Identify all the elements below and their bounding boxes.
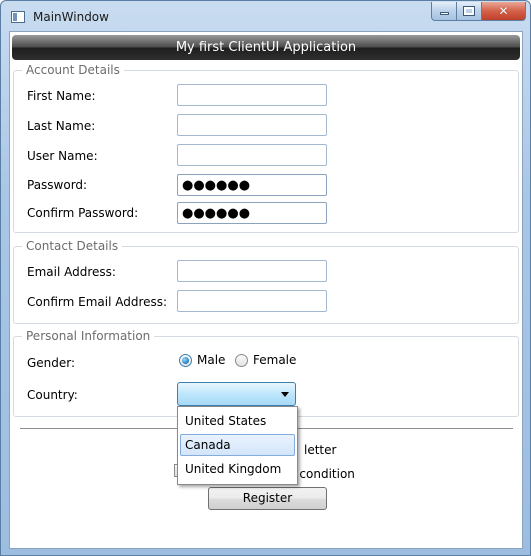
email-label: Email Address:	[27, 265, 116, 279]
password-mask: ●●●●●●	[182, 177, 251, 193]
gender-radio-male[interactable]: Male	[179, 353, 225, 367]
gender-label: Gender:	[27, 356, 76, 370]
confirm-password-mask: ●●●●●●	[182, 205, 251, 221]
app-window-icon	[11, 11, 25, 23]
confirm-password-label: Confirm Password:	[27, 206, 139, 220]
minimize-button[interactable]	[431, 2, 457, 21]
client-area: My first ClientUI Application Account De…	[9, 31, 523, 549]
contact-details-group: Contact Details Email Address: Confirm E…	[13, 239, 519, 324]
gender-male-label: Male	[197, 353, 226, 367]
country-option-canada[interactable]: Canada	[180, 434, 295, 456]
last-name-label: Last Name:	[27, 119, 96, 133]
window-title: MainWindow	[33, 10, 109, 24]
app-header: My first ClientUI Application	[12, 35, 520, 60]
first-name-label: First Name:	[27, 89, 96, 103]
chevron-down-icon	[281, 392, 289, 397]
last-name-input[interactable]	[177, 114, 327, 136]
main-window: MainWindow ✕ My first ClientUI Applicati…	[0, 0, 531, 556]
maximize-button[interactable]	[457, 2, 482, 21]
contact-details-legend: Contact Details	[22, 239, 123, 253]
password-label: Password:	[27, 178, 88, 192]
title-bar[interactable]: MainWindow ✕	[1, 1, 530, 31]
user-name-input[interactable]	[177, 144, 327, 166]
confirm-email-label: Confirm Email Address:	[27, 295, 168, 309]
minimize-icon	[439, 12, 449, 15]
close-icon: ✕	[498, 4, 509, 18]
account-details-group: Account Details First Name: Last Name: U…	[13, 63, 519, 233]
register-button[interactable]: Register	[208, 487, 327, 510]
account-details-legend: Account Details	[22, 63, 124, 77]
confirm-password-input[interactable]: ●●●●●●	[177, 202, 327, 224]
country-option-united-states[interactable]: United States	[180, 410, 295, 432]
gender-radio-female[interactable]: Female	[235, 353, 296, 367]
email-input[interactable]	[177, 260, 327, 282]
country-combobox[interactable]	[177, 382, 296, 406]
radio-unchecked-icon	[235, 353, 248, 367]
maximize-icon	[463, 6, 475, 16]
password-input[interactable]: ●●●●●●	[177, 174, 327, 196]
newsletter-checkbox-label: letter	[304, 443, 337, 457]
country-dropdown-list: United States Canada United Kingdom	[177, 406, 298, 485]
user-name-label: User Name:	[27, 149, 98, 163]
close-button[interactable]: ✕	[482, 2, 526, 21]
terms-checkbox-label: d condition	[288, 467, 355, 481]
personal-info-legend: Personal Information	[22, 329, 155, 343]
first-name-input[interactable]	[177, 84, 327, 106]
caption-buttons: ✕	[431, 2, 526, 21]
confirm-email-input[interactable]	[177, 290, 327, 312]
radio-checked-icon	[179, 353, 192, 367]
gender-female-label: Female	[253, 353, 297, 367]
country-label: Country:	[27, 388, 78, 402]
country-option-united-kingdom[interactable]: United Kingdom	[180, 458, 295, 480]
